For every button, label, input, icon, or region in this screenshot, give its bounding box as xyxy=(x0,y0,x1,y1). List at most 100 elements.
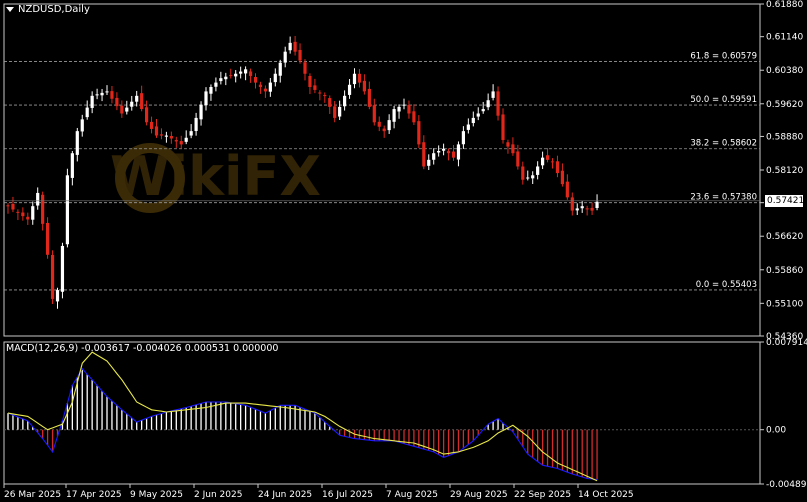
candle-body xyxy=(536,166,540,175)
candle-body xyxy=(501,114,505,140)
candle-body xyxy=(491,91,495,98)
candle-body xyxy=(343,95,347,107)
candle-body xyxy=(125,107,129,112)
price-y-tick-label: 0.56620 xyxy=(766,232,803,242)
candle-body xyxy=(496,91,500,116)
candle-body xyxy=(352,73,357,85)
candle-body xyxy=(169,135,173,139)
candle-body xyxy=(258,84,263,87)
candle-body xyxy=(278,62,282,76)
current-price-tag: 0.57421 xyxy=(765,195,805,207)
candle-body xyxy=(303,62,307,74)
candle-body xyxy=(521,166,525,180)
candle-body xyxy=(298,49,302,61)
candle-body xyxy=(308,75,312,87)
candle-body xyxy=(244,69,248,74)
candle-body xyxy=(511,144,515,154)
fib-level-label: 50.0 = 0.59591 xyxy=(690,95,757,105)
candle-body xyxy=(130,101,134,107)
candle-body xyxy=(397,106,401,112)
chart-title: NZDUSD,Daily xyxy=(6,4,90,15)
fib-level-label: 38.2 = 0.58602 xyxy=(690,139,757,149)
candle-body xyxy=(392,109,396,122)
chart-title-text: NZDUSD,Daily xyxy=(18,4,90,15)
candle-body xyxy=(214,82,218,87)
candle-body xyxy=(506,142,510,147)
candle-body xyxy=(466,124,470,130)
candle-body xyxy=(110,91,114,99)
candle-body xyxy=(407,105,411,114)
macd-title: MACD(12,26,9) -0.003617 -0.004026 0.0005… xyxy=(6,343,279,354)
candle-body xyxy=(338,106,342,117)
candle-body xyxy=(347,84,352,95)
candle-body xyxy=(377,121,381,127)
candle-body xyxy=(550,161,555,163)
candle-body xyxy=(268,82,272,92)
macd-signal-line xyxy=(7,351,598,482)
candle-body xyxy=(442,148,446,151)
candle-body xyxy=(105,91,109,93)
candle-body xyxy=(80,119,84,132)
candle-body xyxy=(560,170,564,185)
candle-body xyxy=(115,97,119,107)
dropdown-triangle-icon[interactable] xyxy=(6,6,14,12)
candle-body xyxy=(313,85,317,90)
candle-body xyxy=(75,131,79,155)
candle-body xyxy=(95,94,99,96)
price-y-tick-label: 0.55860 xyxy=(766,266,803,276)
candle-body xyxy=(239,71,243,74)
chart-canvas: WikiFX 0.61880 0.61140 0.60380 0.59620 0.5888… xyxy=(3,0,807,500)
candle-body xyxy=(31,206,35,220)
candle-body xyxy=(570,197,574,211)
candle-body xyxy=(6,205,10,207)
candle-body xyxy=(357,73,362,83)
candle-body xyxy=(446,151,451,154)
fib-level-label: 61.8 = 0.60579 xyxy=(690,51,757,61)
candle-body xyxy=(199,104,203,120)
candle-body xyxy=(288,42,292,51)
candle-body xyxy=(372,105,376,123)
candle-body xyxy=(555,161,560,174)
x-tick-label: 17 Apr 2025 xyxy=(66,490,122,500)
candle-body xyxy=(367,88,371,107)
x-tick-label: 14 Oct 2025 xyxy=(578,490,634,500)
price-y-tick-label: 0.59620 xyxy=(766,100,803,110)
x-tick-label: 7 Aug 2025 xyxy=(386,490,438,500)
candle-body xyxy=(461,131,465,145)
candle-body xyxy=(456,144,461,160)
price-y-tick-label: 0.61140 xyxy=(766,33,803,43)
candle-body xyxy=(541,157,545,166)
candle-body xyxy=(145,107,149,123)
candle-body xyxy=(16,211,20,213)
candle-body xyxy=(328,98,332,107)
candle-body xyxy=(100,92,104,96)
candle-body xyxy=(427,159,431,166)
candle-body xyxy=(11,203,15,210)
candle-body xyxy=(189,131,193,136)
candle-body xyxy=(382,128,386,132)
candle-body xyxy=(90,95,94,108)
price-y-tick-label: 0.55100 xyxy=(766,299,803,309)
x-tick-label: 22 Sep 2025 xyxy=(514,490,571,500)
candle-body xyxy=(387,120,391,131)
fib-level-label: 23.6 = 0.57380 xyxy=(690,193,757,203)
candle-body xyxy=(293,41,297,52)
candle-body xyxy=(263,88,267,92)
candle-body xyxy=(273,73,277,83)
candle-body xyxy=(41,194,45,224)
candle-body xyxy=(164,135,168,137)
candle-body xyxy=(471,117,475,124)
candle-body xyxy=(154,126,159,136)
candle-body xyxy=(432,153,436,160)
candle-body xyxy=(229,75,233,77)
candle-body xyxy=(481,109,485,112)
candle-body xyxy=(248,71,253,76)
candle-body xyxy=(323,95,327,97)
candle-body xyxy=(585,208,589,210)
candle-body xyxy=(234,73,238,77)
price-y-tick-label: 0.60380 xyxy=(766,66,803,76)
macd-main-line xyxy=(7,367,598,481)
macd-y-tick-label: -0.004898 xyxy=(766,480,807,490)
candle-body xyxy=(590,207,594,211)
candle-body xyxy=(516,151,520,167)
